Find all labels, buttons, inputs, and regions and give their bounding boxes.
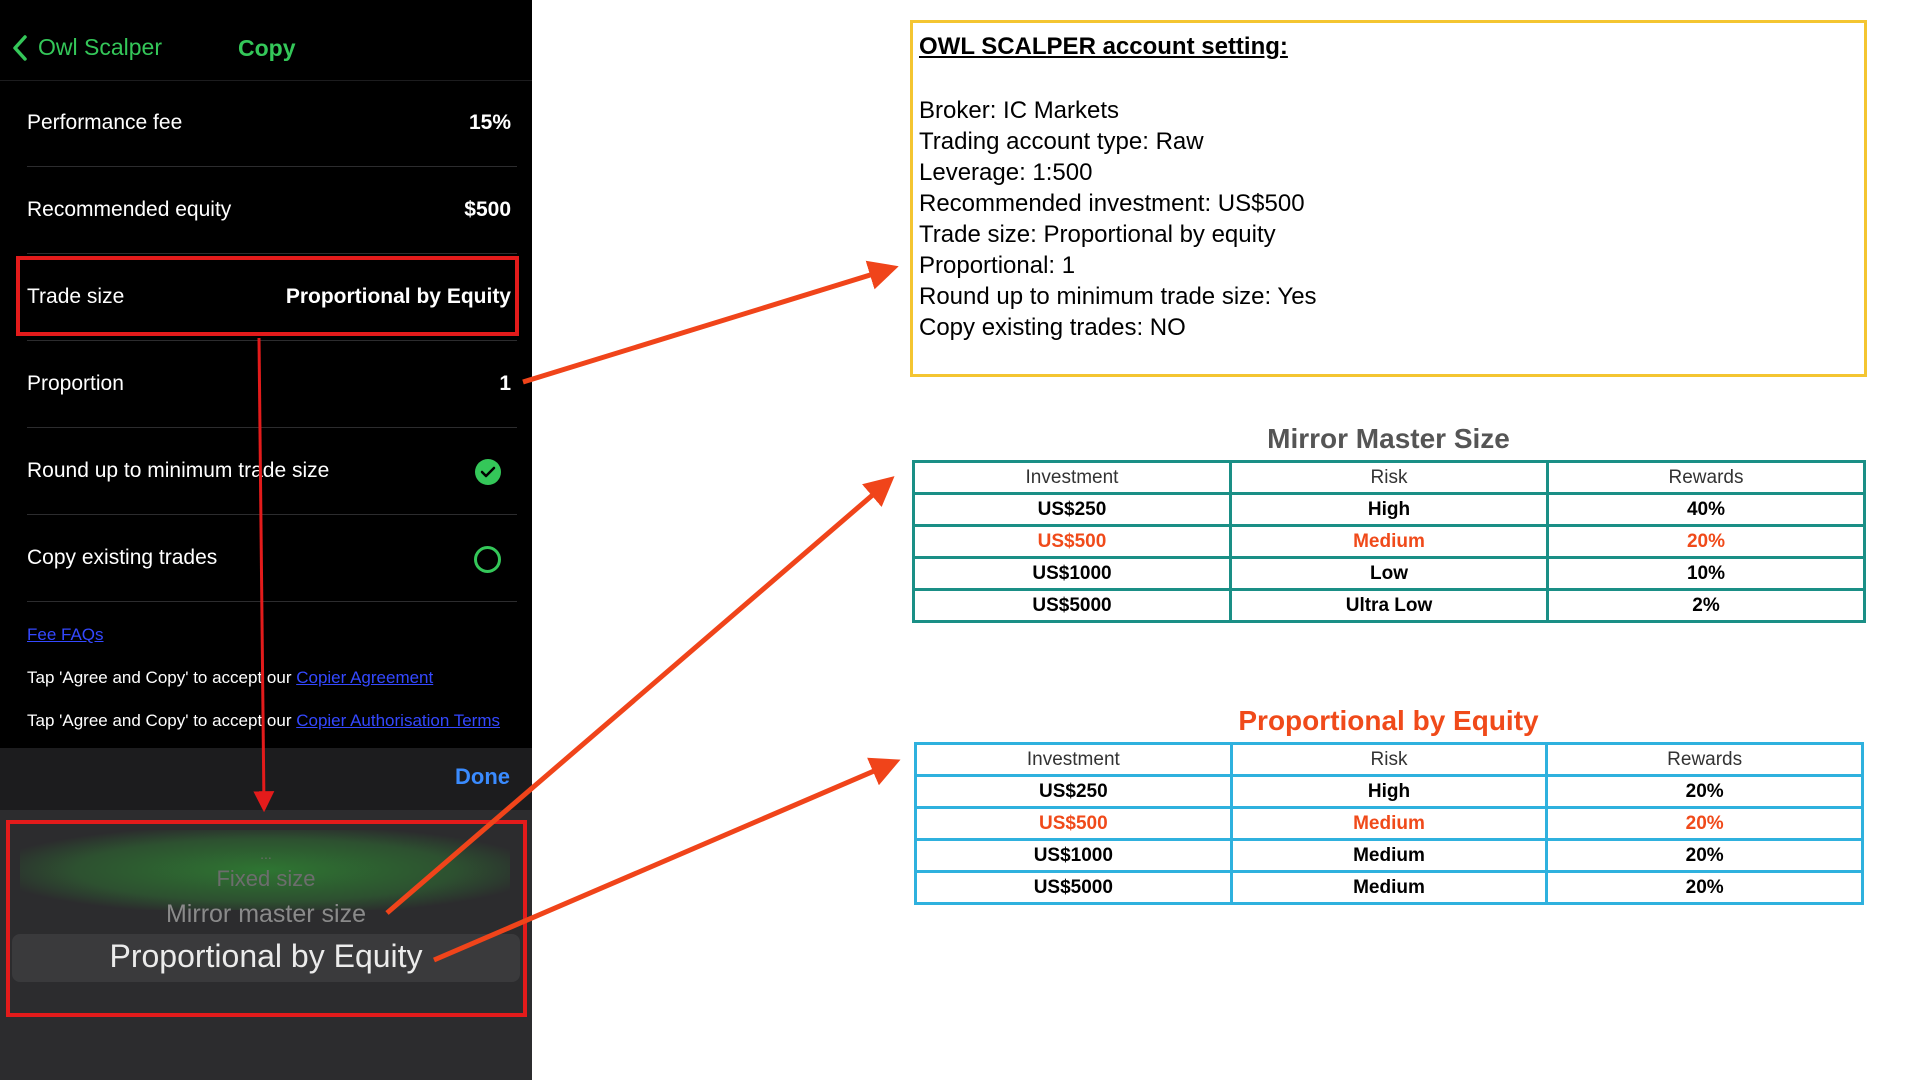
arrow-proportion-to-settings [522,260,899,385]
round-up-checkbox[interactable] [475,459,501,485]
recommended-equity-value: $500 [464,198,511,221]
table-header-row: Investment Risk Rewards [914,742,1864,777]
settings-lines: Broker: IC Markets Trading account type:… [919,95,1317,343]
fee-faqs-link[interactable]: Fee FAQs [27,624,527,646]
mirror-table-title: Mirror Master Size [1267,423,1510,454]
recommended-equity-label: Recommended equity [27,198,232,221]
settings-line-investment: Recommended investment: US$500 [919,190,1305,217]
table-row-highlighted: US$500 Medium 20% [914,806,1864,841]
settings-line-leverage: Leverage: 1:500 [919,159,1093,186]
picker-highlight-box [6,820,527,1017]
proportion-label: Proportion [27,372,124,395]
settings-line-copy-existing: Copy existing trades: NO [919,314,1186,341]
cell-investment: US$5000 [912,588,1232,623]
cell-rewards: 40% [1546,492,1866,527]
phone-screen: Owl Scalper Copy Performance fee 15% Rec… [0,0,532,1080]
back-button[interactable]: Owl Scalper [12,34,162,61]
agree-text-2: Tap 'Agree and Copy' to accept our [27,711,297,730]
table-row: US$5000 Ultra Low 2% [912,588,1866,623]
header-investment: Investment [914,742,1233,777]
cell-rewards: 20% [1546,524,1866,559]
cell-rewards: 20% [1545,806,1864,841]
settings-line-proportional: Proportional: 1 [919,252,1076,279]
copy-existing-trades-row[interactable]: Copy existing trades [27,515,517,602]
prop-table-title: Proportional by Equity [1238,705,1539,736]
agree-copier-agreement: Tap 'Agree and Copy' to accept our Copie… [27,667,527,689]
header-risk: Risk [1229,460,1549,495]
table-row: US$250 High 20% [914,774,1864,809]
cell-rewards: 2% [1546,588,1866,623]
cell-risk: High [1229,774,1549,809]
cell-rewards: 20% [1545,870,1864,905]
header-rewards: Rewards [1545,742,1864,777]
fee-faqs-link-text[interactable]: Fee FAQs [27,625,104,644]
settings-line-account-type: Trading account type: Raw [919,128,1204,155]
agree-authorisation-terms: Tap 'Agree and Copy' to accept our Copie… [27,710,527,732]
cell-risk: Ultra Low [1229,588,1549,623]
round-up-label: Round up to minimum trade size [27,459,330,482]
copy-existing-trades-label: Copy existing trades [27,546,218,569]
cell-investment: US$250 [912,492,1232,527]
cell-risk: Low [1229,556,1549,591]
cell-investment: US$250 [914,774,1233,809]
cell-rewards: 10% [1546,556,1866,591]
nav-title-copy: Copy [238,35,296,61]
cell-rewards: 20% [1545,774,1864,809]
navigation-bar: Owl Scalper Copy [0,0,532,81]
settings-line-round-up: Round up to minimum trade size: Yes [919,283,1317,310]
performance-fee-row: Performance fee 15% [27,80,517,167]
round-up-row[interactable]: Round up to minimum trade size [27,428,517,515]
copier-authorisation-terms-link[interactable]: Copier Authorisation Terms [296,711,500,730]
settings-line-trade-size: Trade size: Proportional by equity [919,221,1276,248]
done-button[interactable]: Done [455,764,510,790]
table-row: US$1000 Medium 20% [914,838,1864,873]
chevron-left-icon [13,34,27,61]
table-header-row: Investment Risk Rewards [912,460,1866,495]
settings-title: OWL SCALPER account setting: [919,33,1288,60]
agree-text-1: Tap 'Agree and Copy' to accept our [27,668,297,687]
table-row: US$250 High 40% [912,492,1866,527]
performance-fee-label: Performance fee [27,111,183,134]
cell-investment: US$1000 [914,838,1233,873]
header-investment: Investment [912,460,1232,495]
proportional-by-equity-table: Investment Risk Rewards US$250 High 20% … [914,742,1864,905]
cell-risk: Medium [1229,524,1549,559]
copy-existing-trades-checkbox[interactable] [474,546,501,573]
table-row: US$5000 Medium 20% [914,870,1864,905]
performance-fee-value: 15% [468,111,511,134]
account-settings-box: OWL SCALPER account setting: Broker: IC … [910,20,1867,377]
cell-investment: US$500 [914,806,1233,841]
settings-line-broker: Broker: IC Markets [919,97,1120,124]
proportion-value[interactable]: 1 [499,372,511,396]
cell-investment: US$5000 [914,870,1233,905]
back-label: Owl Scalper [38,34,162,60]
cell-risk: Medium [1229,870,1549,905]
mirror-master-size-table: Investment Risk Rewards US$250 High 40% … [912,460,1866,623]
cell-risk: Medium [1229,838,1549,873]
copier-agreement-link[interactable]: Copier Agreement [296,668,433,687]
table-row-highlighted: US$500 Medium 20% [912,524,1866,559]
recommended-equity-row: Recommended equity $500 [27,167,517,254]
cell-investment: US$1000 [912,556,1232,591]
checkmark-icon [480,466,496,478]
picker-toolbar: Done [0,748,532,810]
header-rewards: Rewards [1546,460,1866,495]
header-risk: Risk [1229,742,1549,777]
proportion-row[interactable]: Proportion 1 [27,341,517,428]
cell-risk: Medium [1229,806,1549,841]
cell-risk: High [1229,492,1549,527]
cell-investment: US$500 [912,524,1232,559]
cell-rewards: 20% [1545,838,1864,873]
table-row: US$1000 Low 10% [912,556,1866,591]
trade-size-highlight-box [16,256,519,336]
